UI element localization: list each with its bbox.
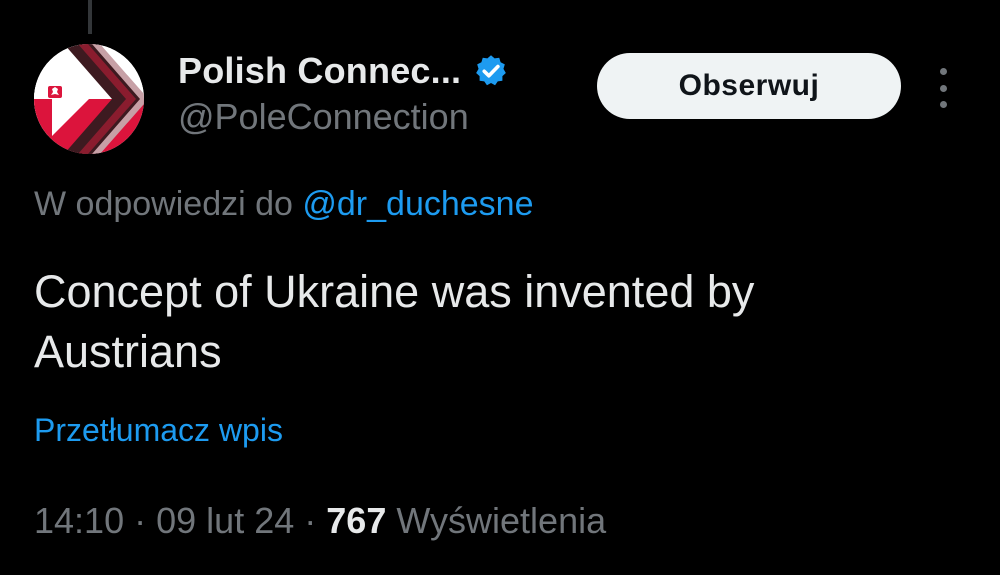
follow-button[interactable]: Obserwuj (597, 53, 901, 119)
reply-mention-link[interactable]: @dr_duchesne (302, 185, 533, 223)
meta-separator: · (134, 500, 147, 541)
meta-separator: · (304, 500, 317, 541)
tweet-text: Concept of Ukraine was invented by Austr… (34, 266, 755, 377)
tweet-date[interactable]: 09 lut 24 (156, 500, 294, 541)
avatar[interactable] (34, 44, 144, 154)
reply-context: W odpowiedzi do @dr_duchesne (34, 185, 534, 224)
reply-prefix: W odpowiedzi do (34, 185, 293, 223)
translate-post-link[interactable]: Przetłumacz wpis (34, 412, 283, 449)
thread-connector-line (88, 0, 92, 34)
polish-flag-chevron-avatar-icon (34, 44, 144, 154)
tweet-meta: 14:10 · 09 lut 24 · 767 Wyświetlenia (34, 500, 606, 542)
views-label: Wyświetlenia (396, 500, 607, 541)
verified-badge-icon[interactable] (473, 53, 509, 89)
author-display-name[interactable]: Polish Connec... (178, 50, 461, 92)
more-vertical-icon[interactable] (930, 68, 956, 108)
author-handle[interactable]: @PoleConnection (178, 96, 469, 138)
tweet-time[interactable]: 14:10 (34, 500, 124, 541)
more-dot (939, 84, 947, 92)
views-count: 767 (326, 500, 387, 541)
more-dot (939, 68, 947, 75)
author-name-row: Polish Connec... (178, 46, 509, 96)
more-dot (939, 101, 947, 108)
